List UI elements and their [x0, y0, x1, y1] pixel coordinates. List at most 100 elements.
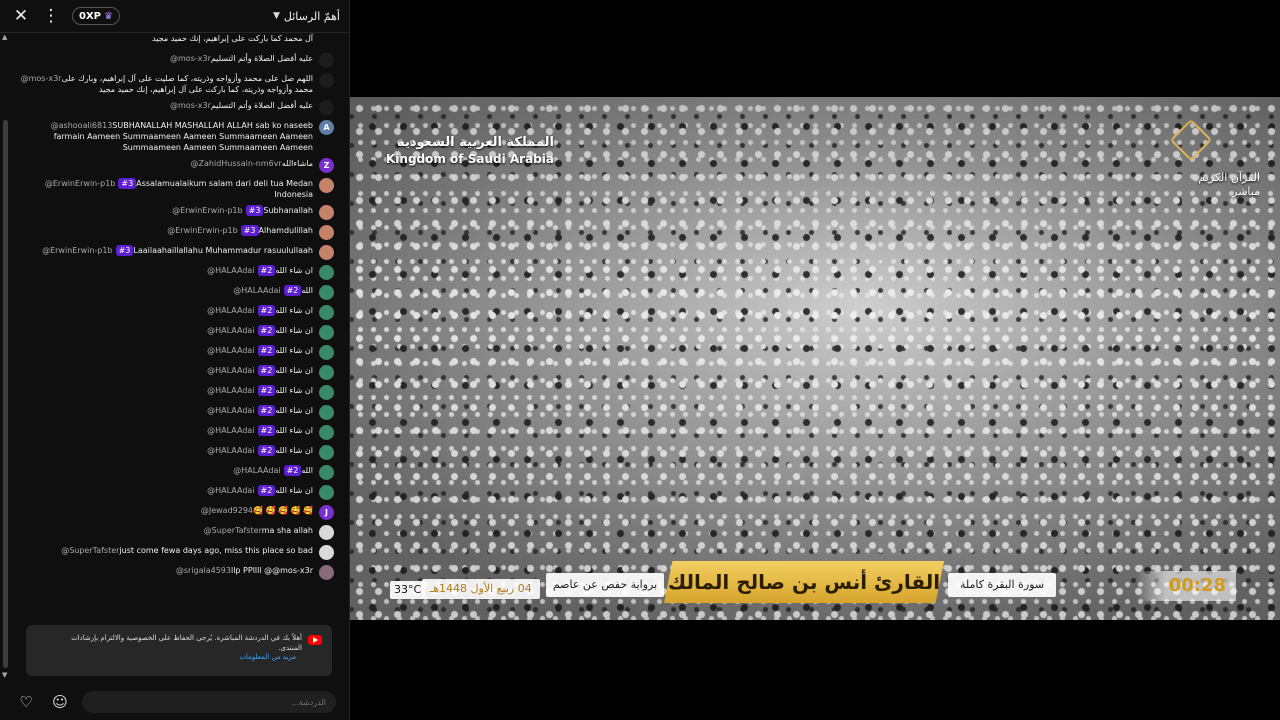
chat-message[interactable]: @HALAAdai #2 ان شاء الله	[14, 305, 334, 320]
chat-message[interactable]: آل محمد كما باركت على إبراهيم، إنك حميد …	[14, 33, 334, 48]
avatar[interactable]	[319, 205, 334, 220]
chat-message[interactable]: @HALAAdai #2 ان شاء الله	[14, 345, 334, 360]
message-author[interactable]: @HALAAdai	[207, 486, 254, 495]
avatar[interactable]	[319, 245, 334, 260]
message-author[interactable]: @Jewad9294	[201, 506, 253, 515]
avatar[interactable]	[319, 53, 334, 68]
chat-message[interactable]: @HALAAdai #2 ان شاء الله	[14, 265, 334, 280]
avatar[interactable]	[319, 565, 334, 580]
message-text: ان شاء الله	[275, 306, 313, 315]
avatar[interactable]	[319, 325, 334, 340]
chat-message-list[interactable]: آل محمد كما باركت على إبراهيم، إنك حميد …	[0, 33, 350, 617]
chat-message[interactable]: @HALAAdai #2 ان شاء الله	[14, 325, 334, 340]
more-vert-icon[interactable]: ⋮	[40, 5, 62, 27]
chat-message[interactable]: @mos-x3rعليه أفضل الصلاة وأتم التسليم	[14, 100, 334, 115]
chat-mode-dropdown[interactable]: ▼ أهمّ الرسائل	[273, 10, 340, 23]
chat-message[interactable]: @mos-x3rعليه أفضل الصلاة وأتم التسليم	[14, 53, 334, 68]
chat-input[interactable]	[82, 691, 336, 713]
message-text: عليه أفضل الصلاة وأتم التسليم	[210, 54, 313, 63]
video-player[interactable]: المملكة العربية السعودية Kingdom of Saud…	[350, 97, 1280, 620]
avatar[interactable]	[319, 178, 334, 193]
emoji-icon[interactable]: ☺	[48, 690, 72, 714]
avatar[interactable]	[319, 385, 334, 400]
avatar[interactable]	[319, 525, 334, 540]
avatar[interactable]	[319, 100, 334, 115]
message-author[interactable]: @HALAAdai	[207, 266, 254, 275]
avatar[interactable]	[319, 425, 334, 440]
rank-badge: #2	[257, 325, 276, 336]
message-author[interactable]: @ErwinErwin-p1b	[42, 246, 113, 255]
chat-message[interactable]: @ErwinErwin-p1b #3 Laailaahaillallahu Muha…	[14, 245, 334, 260]
chat-message[interactable]: @ErwinErwin-p1b #3 Assalamualaikum salam d…	[14, 178, 334, 200]
avatar[interactable]: A	[319, 120, 334, 135]
avatar[interactable]	[319, 485, 334, 500]
avatar[interactable]	[319, 305, 334, 320]
chat-message[interactable]: @HALAAdai #2 ان شاء الله	[14, 425, 334, 440]
message-author[interactable]: @ashooali6813	[51, 121, 113, 130]
message-author[interactable]: @ErwinErwin-p1b	[45, 179, 116, 188]
chat-message[interactable]: @HALAAdai #2 ان شاء الله	[14, 405, 334, 420]
chat-message[interactable]: @HALAAdai #2 ان شاء الله	[14, 485, 334, 500]
message-author[interactable]: @SuperTafster	[204, 526, 262, 535]
message-text: llp PPllll @@mos-x3r	[230, 566, 313, 575]
chat-header: ✕ ⋮ 0XP ♛ ▼ أهمّ الرسائل	[0, 0, 350, 33]
rank-badge: #2	[283, 465, 302, 476]
message-author[interactable]: @HALAAdai	[233, 466, 280, 475]
message-author[interactable]: @HALAAdai	[207, 446, 254, 455]
avatar[interactable]	[319, 365, 334, 380]
message-content: @SuperTafsterma sha allah	[14, 525, 313, 536]
message-author[interactable]: @ZahidHussain-nm6vr	[191, 159, 282, 168]
message-author[interactable]: @HALAAdai	[207, 366, 254, 375]
avatar[interactable]: J	[319, 505, 334, 520]
avatar[interactable]	[319, 405, 334, 420]
avatar[interactable]	[319, 285, 334, 300]
message-author[interactable]: @HALAAdai	[207, 406, 254, 415]
chat-message[interactable]: @HALAAdai #2 ان شاء الله	[14, 385, 334, 400]
avatar[interactable]	[319, 73, 334, 88]
message-author[interactable]: @mos-x3r	[170, 101, 211, 110]
chat-message[interactable]: @HALAAdai #2 ان شاء الله	[14, 445, 334, 460]
message-author[interactable]: @HALAAdai	[207, 306, 254, 315]
logo-arabic: المملكة العربية السعودية	[397, 135, 554, 150]
chat-message[interactable]: @SuperTafsterma sha allah	[14, 525, 334, 540]
avatar[interactable]	[319, 465, 334, 480]
message-author[interactable]: @mos-x3r	[21, 74, 62, 83]
message-author[interactable]: @mos-x3r	[170, 54, 211, 63]
message-author[interactable]: @HALAAdai	[207, 346, 254, 355]
message-author[interactable]: @HALAAdai	[207, 426, 254, 435]
chat-message[interactable]: @SuperTafsterjust come fewa days ago, mi…	[14, 545, 334, 560]
learn-more-link[interactable]: مزيد من المعلومات	[239, 653, 296, 661]
avatar[interactable]	[319, 225, 334, 240]
avatar[interactable]: Z	[319, 158, 334, 173]
chat-message[interactable]: @HALAAdai #2 الله	[14, 285, 334, 300]
avatar[interactable]	[319, 265, 334, 280]
chat-message[interactable]: A @ashooali6813SUBHANALLAH MASHALLAH ALLA…	[14, 120, 334, 153]
message-content: @HALAAdai #2 ان شاء الله	[14, 485, 313, 496]
avatar[interactable]	[319, 345, 334, 360]
avatar[interactable]	[319, 33, 334, 48]
scroll-down-arrow-icon[interactable]: ▼	[2, 672, 9, 679]
message-author[interactable]: @HALAAdai	[233, 286, 280, 295]
chat-message[interactable]: @ErwinErwin-p1b #3 Subhanallah	[14, 205, 334, 220]
message-author[interactable]: @srigala4593	[176, 566, 231, 575]
chat-message[interactable]: Z @ZahidHussain-nm6vrماشاءالله	[14, 158, 334, 173]
avatar[interactable]	[319, 545, 334, 560]
chat-message[interactable]: @HALAAdai #2 الله	[14, 465, 334, 480]
message-author[interactable]: @ErwinErwin-p1b	[167, 226, 238, 235]
chat-message[interactable]: J @Jewad9294🥰 🥰 🥰 🥰 🥰	[14, 505, 334, 520]
chat-message[interactable]: @mos-x3rاللهم صل على محمد وأزواجه وذريته…	[14, 73, 334, 95]
message-content: @HALAAdai #2 ان شاء الله	[14, 305, 313, 316]
message-content: @HALAAdai #2 ان شاء الله	[14, 385, 313, 396]
message-author[interactable]: @HALAAdai	[207, 326, 254, 335]
chat-message[interactable]: @HALAAdai #2 ان شاء الله	[14, 365, 334, 380]
xp-badge[interactable]: 0XP ♛	[72, 7, 120, 25]
message-author[interactable]: @HALAAdai	[207, 386, 254, 395]
chat-message[interactable]: @ErwinErwin-p1b #3 Alhamdulillah	[14, 225, 334, 240]
message-author[interactable]: @SuperTafster	[61, 546, 119, 555]
message-text: الله	[301, 466, 313, 475]
chat-message[interactable]: @srigala4593llp PPllll @@mos-x3r	[14, 565, 334, 580]
close-icon[interactable]: ✕	[10, 5, 32, 27]
avatar[interactable]	[319, 445, 334, 460]
message-author[interactable]: @ErwinErwin-p1b	[172, 206, 243, 215]
heart-icon[interactable]: ♡	[14, 690, 38, 714]
